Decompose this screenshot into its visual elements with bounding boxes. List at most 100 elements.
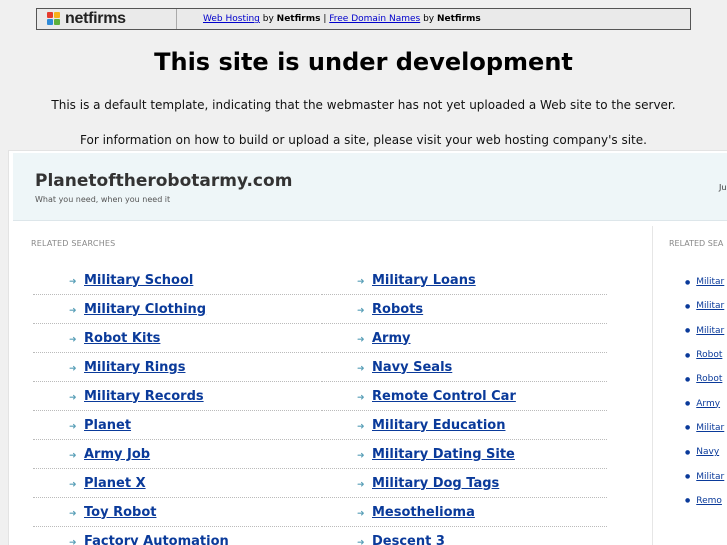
- related-search-link[interactable]: Planet: [84, 418, 131, 433]
- logo-text: netfirms: [65, 10, 126, 27]
- sidebar-search-link[interactable]: Robot: [696, 350, 722, 360]
- site-title[interactable]: Planetoftherobotarmy.com: [35, 171, 292, 191]
- dot-icon: ●: [685, 497, 691, 505]
- sidebar-search-link[interactable]: Remo: [696, 496, 722, 506]
- arrow-right-icon: ➜: [69, 421, 77, 431]
- arrow-right-icon: ➜: [357, 392, 365, 402]
- arrow-right-icon: ➜: [357, 276, 365, 286]
- list-item: ➜ Military Records: [33, 382, 319, 411]
- related-search-link[interactable]: Remote Control Car: [372, 389, 516, 404]
- banner-brand: Netfirms: [436, 14, 481, 24]
- related-search-link[interactable]: Military Records: [84, 389, 204, 404]
- list-item: ● Militar: [685, 294, 724, 318]
- list-item: ● Militar: [685, 270, 724, 294]
- arrow-right-icon: ➜: [357, 450, 365, 460]
- list-item: ➜ Robots: [321, 295, 607, 324]
- list-item: ● Militar: [685, 416, 724, 440]
- list-item: ➜ Military Education: [321, 411, 607, 440]
- list-item: ➜ Army Job: [33, 440, 319, 469]
- sidebar-search-link[interactable]: Militar: [696, 472, 724, 482]
- related-search-link[interactable]: Planet X: [84, 476, 146, 491]
- netfirms-logo[interactable]: netfirms: [37, 9, 177, 29]
- list-item: ➜ Military Rings: [33, 353, 319, 382]
- related-search-link[interactable]: Robot Kits: [84, 331, 160, 346]
- dot-icon: ●: [685, 400, 691, 408]
- related-search-link[interactable]: Military Dog Tags: [372, 476, 499, 491]
- related-search-link[interactable]: Military Loans: [372, 273, 476, 288]
- arrow-right-icon: ➜: [69, 363, 77, 373]
- list-item: ➜ Military Loans: [321, 266, 607, 295]
- netfirms-banner: netfirms Web Hosting by Netfirms | Free …: [36, 8, 691, 30]
- section-label: RELATED SEARCHES: [31, 239, 116, 248]
- related-search-link[interactable]: Robots: [372, 302, 423, 317]
- banner-by-text: by: [259, 14, 277, 24]
- arrow-right-icon: ➜: [69, 479, 77, 489]
- dot-icon: ●: [685, 448, 691, 456]
- list-item: ● Robot: [685, 343, 724, 367]
- dot-icon: ●: [685, 351, 691, 359]
- site-header: Planetoftherobotarmy.com What you need, …: [13, 153, 727, 221]
- list-item: ● Navy: [685, 440, 724, 464]
- list-item: ➜ Planet X: [33, 469, 319, 498]
- dot-icon: ●: [685, 327, 691, 335]
- related-search-link[interactable]: Factory Automation: [84, 534, 229, 545]
- list-item: ➜ Military Dog Tags: [321, 469, 607, 498]
- description-text: This is a default template, indicating t…: [51, 98, 676, 112]
- dot-icon: ●: [685, 473, 691, 481]
- free-domain-names-link[interactable]: Free Domain Names: [329, 14, 420, 24]
- netfirms-logo-icon: [47, 12, 63, 26]
- banner-links: Web Hosting by Netfirms | Free Domain Na…: [177, 14, 481, 24]
- arrow-right-icon: ➜: [69, 276, 77, 286]
- related-search-link[interactable]: Navy Seals: [372, 360, 452, 375]
- sidebar-search-link[interactable]: Navy: [696, 447, 719, 457]
- sidebar-search-link[interactable]: Militar: [696, 277, 724, 287]
- related-search-link[interactable]: Descent 3: [372, 534, 445, 545]
- arrow-right-icon: ➜: [69, 450, 77, 460]
- dot-icon: ●: [685, 424, 691, 432]
- list-item: ➜ Military Dating Site: [321, 440, 607, 469]
- related-search-link[interactable]: Mesothelioma: [372, 505, 475, 520]
- related-search-link[interactable]: Military Education: [372, 418, 505, 433]
- list-item: ➜ Military School: [33, 266, 319, 295]
- sidebar-search-link[interactable]: Militar: [696, 301, 724, 311]
- sidebar-search-link[interactable]: Army: [696, 399, 720, 409]
- sidebar-list: ● Militar ● Militar ● Militar ● Robot ● Robot ● Arm…: [685, 270, 724, 513]
- list-item: ● Militar: [685, 319, 724, 343]
- related-search-link[interactable]: Military Dating Site: [372, 447, 515, 462]
- arrow-right-icon: ➜: [69, 537, 77, 545]
- description-text: For information on how to build or uploa…: [80, 133, 647, 147]
- web-hosting-link[interactable]: Web Hosting: [203, 14, 260, 24]
- related-search-link[interactable]: Army: [372, 331, 411, 346]
- list-item: ● Robot: [685, 367, 724, 391]
- arrow-right-icon: ➜: [357, 479, 365, 489]
- parked-domain-frame: Planetoftherobotarmy.com What you need, …: [8, 150, 727, 545]
- sidebar-label: RELATED SEA: [669, 239, 724, 248]
- banner-by-text: by: [420, 14, 437, 24]
- arrow-right-icon: ➜: [69, 508, 77, 518]
- list-item: ➜ Robot Kits: [33, 324, 319, 353]
- arrow-right-icon: ➜: [357, 421, 365, 431]
- list-item: ➜ Toy Robot: [33, 498, 319, 527]
- sidebar-panel: RELATED SEA ● Militar ● Militar ● Militar ● Rob…: [665, 226, 727, 545]
- related-searches-panel: RELATED SEARCHES ➜ Military School ➜ Milita…: [13, 226, 653, 545]
- arrow-right-icon: ➜: [69, 392, 77, 402]
- list-item: ➜ Remote Control Car: [321, 382, 607, 411]
- banner-brand: Netfirms: [276, 14, 321, 24]
- list-item: ➜ Mesothelioma: [321, 498, 607, 527]
- dot-icon: ●: [685, 278, 691, 286]
- related-search-link[interactable]: Military Clothing: [84, 302, 206, 317]
- list-item: ● Militar: [685, 464, 724, 488]
- sidebar-search-link[interactable]: Militar: [696, 326, 724, 336]
- sidebar-search-link[interactable]: Robot: [696, 374, 722, 384]
- related-search-link[interactable]: Army Job: [84, 447, 150, 462]
- dot-icon: ●: [685, 302, 691, 310]
- related-search-link[interactable]: Toy Robot: [84, 505, 156, 520]
- related-search-link[interactable]: Military School: [84, 273, 193, 288]
- related-search-link[interactable]: Military Rings: [84, 360, 185, 375]
- sidebar-search-link[interactable]: Militar: [696, 423, 724, 433]
- list-item: ➜ Descent 3: [321, 527, 607, 545]
- arrow-right-icon: ➜: [69, 334, 77, 344]
- list-item: ➜ Navy Seals: [321, 353, 607, 382]
- list-item: ● Remo: [685, 489, 724, 513]
- related-list-left: ➜ Military School ➜ Military Clothing ➜ Robot…: [33, 266, 319, 545]
